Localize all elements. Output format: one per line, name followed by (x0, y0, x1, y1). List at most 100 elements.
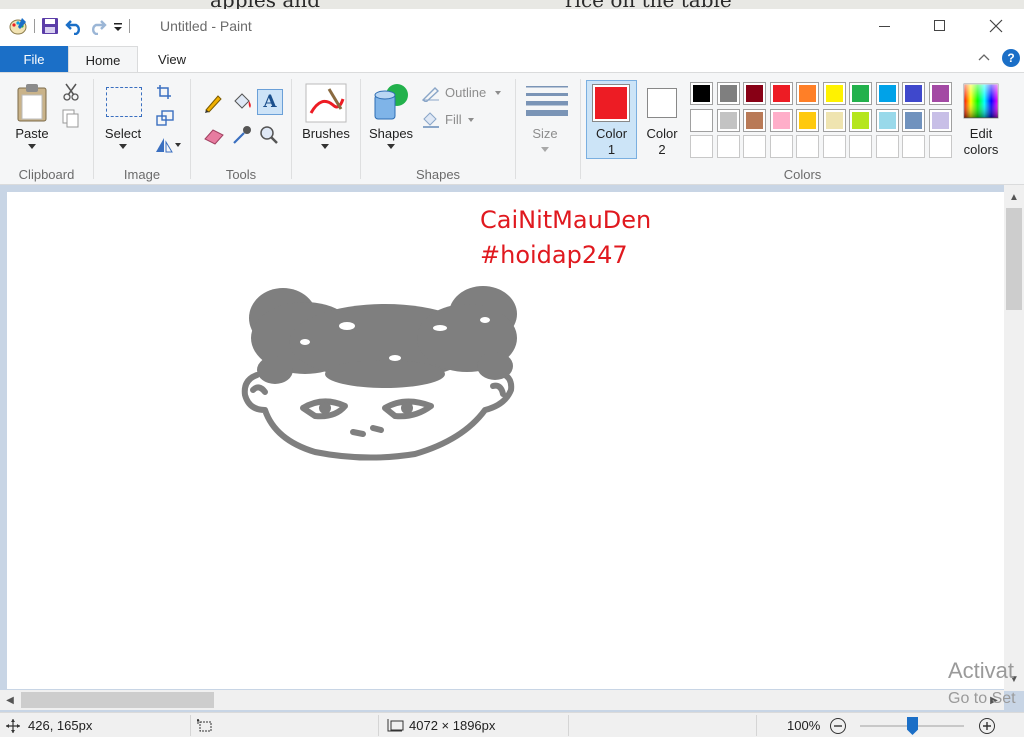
paint-window: apples and rice on the table (0, 0, 1024, 737)
tab-view[interactable]: View (140, 46, 204, 73)
save-icon[interactable] (41, 17, 59, 35)
clipboard-group-label: Clipboard (18, 167, 75, 182)
palette-swatch[interactable] (928, 108, 952, 132)
palette-swatch[interactable] (690, 108, 713, 132)
chevron-down-icon (541, 147, 549, 152)
custom-color-slot[interactable] (875, 135, 899, 158)
brushes-icon[interactable] (305, 83, 347, 123)
maximize-button[interactable] (917, 9, 963, 42)
copy-icon[interactable] (62, 109, 80, 129)
text-tool-icon[interactable]: A (257, 89, 283, 115)
select-button[interactable]: Select (100, 126, 146, 142)
palette-swatch[interactable] (875, 82, 899, 105)
tab-home[interactable]: Home (68, 46, 138, 73)
custom-color-slot[interactable] (716, 135, 740, 158)
fill-bucket-icon[interactable] (231, 91, 253, 113)
custom-color-slot[interactable] (690, 135, 713, 158)
zoom-in-icon[interactable] (978, 717, 996, 735)
chevron-down-icon (28, 144, 36, 149)
title-bar: Untitled - Paint (0, 9, 1024, 44)
palette-swatch[interactable] (743, 108, 766, 132)
palette-swatch[interactable] (716, 108, 740, 132)
palette-swatch[interactable] (849, 82, 872, 105)
custom-color-slot[interactable] (743, 135, 766, 158)
collapse-ribbon-icon[interactable] (976, 50, 992, 66)
help-icon[interactable]: ? (1002, 49, 1020, 67)
resize-icon[interactable] (156, 110, 174, 126)
palette-swatch[interactable] (875, 108, 899, 132)
cut-icon[interactable] (63, 83, 79, 101)
drawing-canvas[interactable]: CaiNitMauDen #hoidap247 (7, 192, 1004, 689)
rotate-icon[interactable] (154, 136, 182, 154)
shapes-button[interactable]: Shapes (361, 126, 421, 142)
horizontal-scroll-thumb[interactable] (21, 692, 214, 708)
palette-swatch[interactable] (769, 82, 793, 105)
close-button[interactable] (973, 9, 1019, 42)
background-text-left: apples and (210, 0, 320, 9)
customize-toolbar-icon[interactable] (113, 17, 123, 35)
custom-color-slot[interactable] (849, 135, 872, 158)
custom-color-slot[interactable] (822, 135, 846, 158)
palette-swatch[interactable] (849, 108, 872, 132)
zoom-slider-thumb[interactable] (907, 717, 918, 735)
shapes-icon[interactable] (371, 81, 411, 121)
select-icon[interactable] (106, 87, 142, 117)
palette-swatch-fill (799, 85, 816, 102)
undo-icon[interactable] (65, 17, 83, 35)
paste-icon[interactable] (16, 83, 50, 123)
color2-button[interactable] (647, 88, 677, 118)
palette-swatch[interactable] (902, 82, 925, 105)
zoom-out-icon[interactable] (829, 717, 847, 735)
separator (756, 715, 757, 736)
custom-color-slot[interactable] (769, 135, 793, 158)
custom-color-slot[interactable] (928, 135, 952, 158)
size-icon[interactable] (526, 85, 568, 117)
paint-app-icon[interactable] (8, 17, 28, 35)
tab-file[interactable]: File (0, 46, 68, 73)
magnifier-icon[interactable] (259, 125, 279, 145)
custom-color-slot[interactable] (796, 135, 819, 158)
redo-icon[interactable] (89, 17, 107, 35)
palette-swatch[interactable] (769, 108, 793, 132)
palette-swatch[interactable] (902, 108, 925, 132)
palette-swatch[interactable] (822, 82, 846, 105)
palette-swatch-fill (825, 111, 843, 129)
vertical-scroll-thumb[interactable] (1006, 208, 1022, 310)
palette-swatch[interactable] (690, 82, 713, 105)
pencil-icon[interactable] (203, 93, 223, 113)
palette-swatch[interactable] (796, 82, 819, 105)
brushes-button[interactable]: Brushes (294, 126, 358, 142)
close-icon (989, 19, 1003, 32)
palette-swatch-fill (693, 85, 710, 102)
eraser-icon[interactable] (203, 127, 225, 145)
outline-button[interactable]: Outline (445, 85, 486, 101)
outline-icon (421, 87, 440, 102)
color1-swatch (595, 87, 627, 119)
paste-button[interactable]: Paste (8, 126, 56, 142)
palette-swatch-fill (719, 85, 737, 102)
canvas-size: 4072 × 1896px (409, 718, 496, 733)
palette-swatch[interactable] (928, 82, 952, 105)
size-button[interactable]: Size (516, 126, 574, 142)
crop-icon[interactable] (156, 84, 172, 100)
cursor-position-icon (6, 719, 20, 733)
fill-icon (423, 112, 439, 128)
edit-colors-icon[interactable] (963, 83, 999, 119)
edit-colors-label-2[interactable]: colors (955, 142, 1007, 158)
palette-swatch[interactable] (743, 82, 766, 105)
palette-swatch-fill (905, 85, 922, 102)
color2-number: 2 (658, 142, 666, 157)
scroll-up-icon[interactable]: ▲ (1007, 190, 1021, 204)
separator (378, 715, 379, 736)
minimize-button[interactable] (862, 9, 908, 42)
palette-swatch-fill (852, 85, 869, 102)
edit-colors-label-1[interactable]: Edit (955, 126, 1007, 142)
custom-color-slot[interactable] (902, 135, 925, 158)
fill-button[interactable]: Fill (445, 112, 462, 128)
separator (129, 19, 130, 33)
palette-swatch[interactable] (716, 82, 740, 105)
palette-swatch[interactable] (822, 108, 846, 132)
color-picker-icon[interactable] (232, 125, 252, 145)
scroll-left-icon[interactable]: ◀ (3, 693, 17, 707)
palette-swatch[interactable] (796, 108, 819, 132)
